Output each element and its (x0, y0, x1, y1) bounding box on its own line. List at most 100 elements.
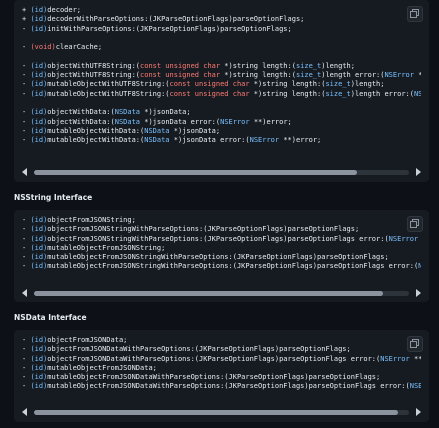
code-line: - (id)mutableObjectWithData:(NSData *)js… (22, 127, 421, 136)
code-token: *)jsonData error:( (140, 117, 221, 126)
code-line: - (id)objectFromJSONStringWithParseOptio… (22, 235, 421, 244)
code-token: mutableObjectFromJSONDataWithParseOption… (47, 373, 381, 382)
scroll-left-icon[interactable] (22, 289, 27, 297)
code-token: mutableObjectWithData:( (47, 136, 145, 145)
scroll-track[interactable] (34, 170, 409, 175)
code-token: )length; (321, 61, 355, 70)
scroll-right-icon[interactable] (416, 408, 421, 416)
code-token: **)error; (279, 136, 322, 145)
code-line: - (id)objectFromJSONDataWithParseOptions… (22, 345, 421, 354)
code-line: - (id)objectWithData:(NSData *)jsonData … (22, 118, 421, 127)
code-token: *)jsonData error:( (169, 136, 250, 145)
code-token: (id) (30, 336, 48, 344)
code-lines: - (id)objectFromJSONData; - (id)objectFro… (14, 330, 429, 392)
code-token: (id) (30, 234, 48, 243)
code-token: (id) (30, 354, 48, 363)
code-token: (id) (30, 89, 48, 98)
code-token: (id) (30, 363, 48, 372)
code-token: mutableObjectWithData:( (47, 126, 145, 135)
code-token: objectFromJSONData; (47, 336, 128, 344)
horizontal-scrollbar[interactable] (22, 408, 421, 417)
copy-icon (410, 9, 419, 18)
code-line: - (id)objectWithData:(NSData *)jsonData; (22, 108, 421, 117)
copy-button[interactable] (407, 216, 423, 232)
section-heading-nsdata: NSData Interface (14, 313, 87, 322)
code-block-nsdata: - (id)objectFromJSONData; - (id)objectFro… (14, 330, 429, 422)
code-token: objectFromJSONString; (47, 216, 136, 224)
code-line: - (id)objectWithUTF8String:(const unsign… (22, 71, 421, 80)
code-token: (id) (30, 80, 48, 89)
code-token: (id) (30, 126, 48, 135)
code-token: objectWithUTF8String:( (47, 71, 141, 80)
code-token: **)error (418, 235, 421, 243)
copy-button[interactable] (407, 336, 423, 352)
code-line: - (id)objectFromJSONStringWithParseOptio… (22, 225, 421, 234)
code-token: size_t (295, 61, 322, 70)
code-token: )length error:( (350, 89, 414, 98)
code-token: const unsigned char (140, 61, 221, 70)
code-token: const unsigned char (169, 80, 250, 89)
scroll-track[interactable] (34, 291, 409, 296)
scroll-thumb[interactable] (34, 170, 357, 175)
code-token: decoder; (47, 6, 82, 14)
copy-button[interactable] (407, 6, 423, 22)
scroll-left-icon[interactable] (22, 168, 27, 176)
code-line: - (id)mutableObjectWithUTF8String:(const… (22, 90, 421, 99)
code-token: initWithParseOptions:(JKParseOptionFlags… (47, 24, 292, 33)
code-token: NSError (384, 71, 414, 80)
code-line: + (id)decoder; (22, 6, 421, 15)
section-heading-nsstring: NSString Interface (14, 193, 93, 202)
scroll-thumb[interactable] (34, 410, 398, 415)
code-line: - (id)mutableObjectFromJSONString; (22, 244, 421, 253)
code-lines: - (id)objectFromJSONString; - (id)objectF… (14, 210, 429, 272)
scroll-thumb[interactable] (34, 291, 383, 296)
code-token: NSError (388, 234, 419, 243)
code-token: mutableObjectFromJSONDataWithParseOption… (47, 382, 410, 391)
code-token: (id) (30, 253, 48, 262)
code-token: const unsigned char (169, 89, 250, 98)
scroll-right-icon[interactable] (416, 168, 421, 176)
code-token: *)string length:( (249, 80, 326, 89)
scroll-left-icon[interactable] (22, 408, 27, 416)
horizontal-scrollbar[interactable] (22, 168, 421, 177)
code-line: - (id)mutableObjectFromJSONData; (22, 364, 421, 373)
code-token: (id) (30, 373, 48, 382)
horizontal-scrollbar[interactable] (22, 289, 421, 298)
code-token: *)string length:( (220, 61, 296, 70)
code-token: (id) (30, 24, 48, 33)
code-token: const unsigned char (140, 71, 221, 80)
code-token: (id) (30, 382, 48, 391)
code-token: objectFromJSONStringWithParseOptions:(JK… (47, 225, 360, 234)
code-block-jsondecoder: + (id)decoder; + (id)decoderWithParseOpti… (14, 0, 429, 182)
code-line: - (id)mutableObjectWithData:(NSData *)js… (22, 136, 421, 145)
code-token: mutableObjectFromJSONStringWithParseOpti… (47, 262, 419, 271)
code-token: NSError (413, 89, 421, 98)
scroll-track[interactable] (34, 410, 409, 415)
code-token: *)jsonData; (169, 126, 221, 135)
code-token: **)error; (249, 117, 292, 126)
copy-icon (410, 219, 419, 228)
code-token: mutableObjectWithUTF8String:( (47, 89, 170, 98)
code-token: (id) (30, 243, 48, 252)
code-token: )length; (350, 80, 385, 89)
code-token: NSError (409, 382, 421, 391)
code-token: **)error; (413, 354, 421, 363)
code-token: NSData (144, 136, 170, 145)
code-token: (id) (30, 117, 48, 126)
code-line: - (id)mutableObjectWithUTF8String:(const… (22, 80, 421, 89)
code-token: (id) (30, 225, 48, 234)
code-line: - (id)initWithParseOptions:(JKParseOptio… (22, 25, 421, 34)
code-token: clearCache; (55, 43, 103, 52)
code-token: NSError (249, 136, 280, 145)
code-token: objectFromJSONStringWithParseOptions:(JK… (47, 234, 389, 243)
code-token: *)jsonData; (140, 108, 191, 117)
code-line: - (id)mutableObjectFromJSONStringWithPar… (22, 253, 421, 262)
code-token: NSError (220, 117, 250, 126)
scroll-right-icon[interactable] (416, 289, 421, 297)
code-line: + (id)decoderWithParseOptions:(JKParseOp… (22, 15, 421, 24)
code-token: (id) (30, 108, 48, 117)
code-line: - (id)objectFromJSONDataWithParseOptions… (22, 355, 421, 364)
code-line: - (id)mutableObjectFromJSONDataWithParse… (22, 382, 421, 391)
code-token: **)error; (414, 71, 421, 79)
